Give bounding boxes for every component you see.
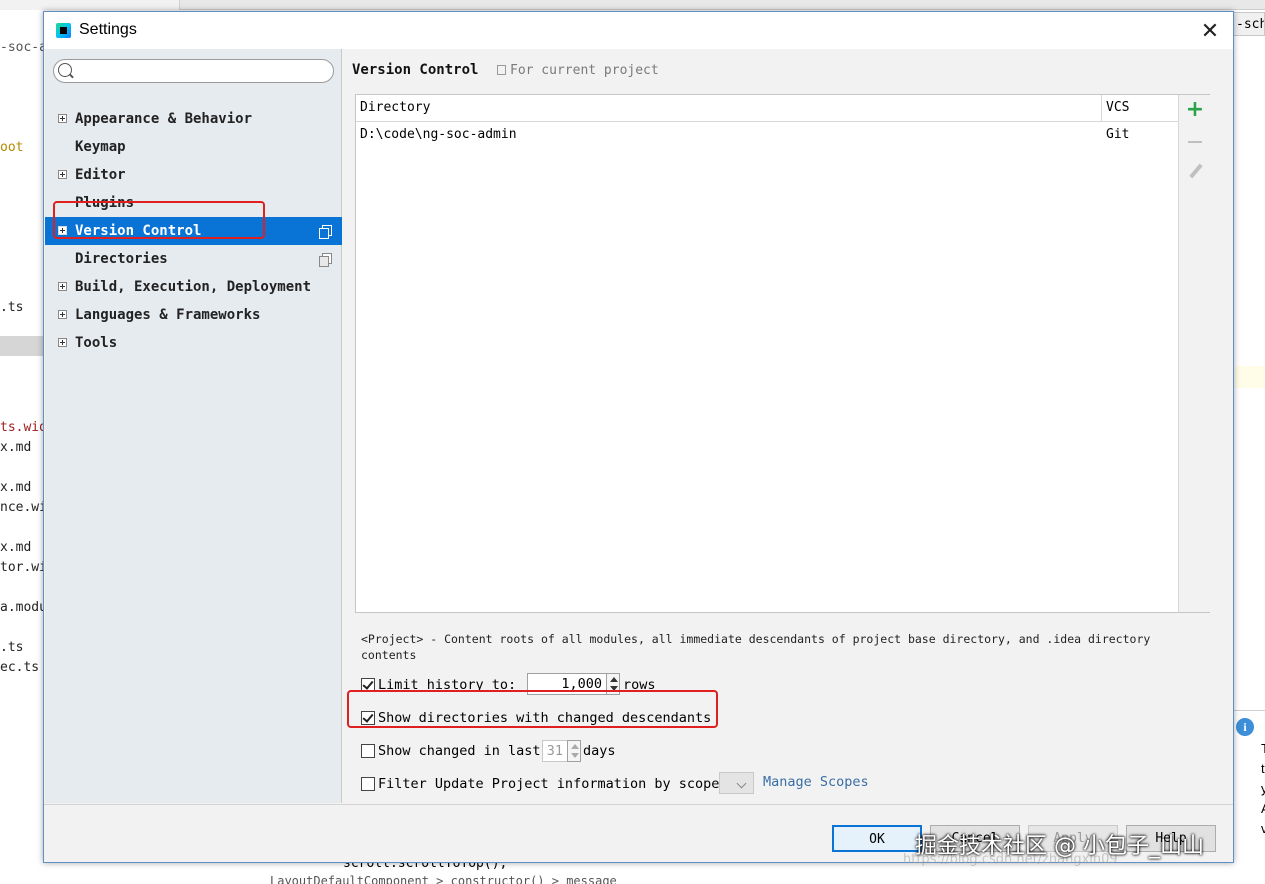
search-icon (58, 63, 72, 77)
project-file-fragment[interactable]: oot (0, 140, 23, 155)
tree-item-label: Editor (75, 167, 126, 183)
expand-icon[interactable] (58, 310, 67, 319)
spinner-arrows-icon[interactable] (606, 673, 620, 695)
ok-button[interactable]: OK (832, 825, 922, 852)
project-scope-icon (319, 225, 332, 239)
tree-item-label: Version Control (75, 223, 202, 239)
tree-item-label: Build, Execution, Deployment (75, 279, 312, 295)
project-file-fragment[interactable]: ec.ts (0, 660, 39, 675)
edit-icon[interactable] (1185, 161, 1205, 181)
notification-text-fragment: t (1261, 761, 1265, 776)
dialog-titlebar[interactable]: Settings ✕ (44, 12, 1233, 49)
rows-label: rows (623, 677, 656, 693)
project-scope-icon (319, 253, 332, 267)
expand-icon[interactable] (58, 114, 67, 123)
tree-item-label: Languages & Frameworks (75, 307, 261, 323)
tree-item-keymap[interactable]: Keymap (45, 133, 342, 161)
days-label: days (583, 743, 616, 759)
tree-item-editor[interactable]: Editor (45, 161, 342, 189)
tree-item-label: Appearance & Behavior (75, 111, 253, 127)
vcs-mappings-table[interactable]: Directory VCS D:\code\ng-soc-admin Git + (355, 94, 1210, 613)
ide-tab[interactable] (0, 0, 180, 10)
show-changed-last-option[interactable]: Show changed in last (361, 740, 551, 762)
project-file-fragment[interactable]: x.md (0, 480, 31, 495)
info-icon: i (1236, 718, 1254, 736)
settings-dialog: Settings ✕ Appearance & Behavior Keymap Ed… (43, 11, 1234, 863)
limit-history-checkbox[interactable] (361, 678, 375, 692)
table-cell-vcs[interactable]: Git (1106, 127, 1129, 142)
expand-icon[interactable] (58, 226, 67, 235)
notification-text-fragment: T (1261, 741, 1265, 756)
expand-icon[interactable] (58, 170, 67, 179)
settings-search-input[interactable] (53, 59, 334, 83)
ide-tab-bar (0, 0, 1265, 10)
tree-item-label: Directories (75, 251, 168, 267)
tree-item-directories[interactable]: Directories (45, 245, 342, 273)
tree-item-label: Tools (75, 335, 118, 351)
filter-update-option[interactable]: Filter Update Project information by sco… (361, 773, 719, 795)
project-file-fragment[interactable]: .ts (0, 300, 23, 315)
editor-breadcrumb: LayoutDefaultComponent > constructor() >… (270, 874, 617, 884)
notification-text-fragment: A (1261, 801, 1265, 816)
tree-item-label: Keymap (75, 139, 126, 155)
show-changed-last-checkbox[interactable] (361, 744, 375, 758)
close-button[interactable]: ✕ (1187, 12, 1233, 49)
show-changed-dirs-option[interactable]: Show directories with changed descendant… (361, 707, 721, 729)
history-limit-spinner[interactable]: 1,000 (527, 673, 607, 695)
project-file-fragment[interactable]: a.modu (0, 600, 47, 615)
settings-tree-pane: Appearance & Behavior Keymap Editor Plugins… (45, 49, 342, 803)
project-file-fragment[interactable]: x.md (0, 440, 31, 455)
ide-right-tab[interactable]: -sche (1233, 12, 1265, 36)
expand-icon[interactable] (58, 282, 67, 291)
add-icon[interactable]: + (1185, 99, 1205, 121)
watermark-text: 掘金技术社区 @ 小包子_山山 (915, 834, 1204, 859)
intellij-icon (56, 23, 71, 38)
remove-icon[interactable] (1185, 131, 1205, 151)
project-file-fragment[interactable]: x.md (0, 540, 31, 555)
tree-item-tools[interactable]: Tools (45, 329, 342, 357)
days-spinner[interactable]: 31 (542, 740, 568, 762)
column-header-vcs[interactable]: VCS (1102, 95, 1178, 122)
project-file-fragment[interactable]: -soc-a (0, 40, 47, 55)
project-scope-icon (497, 65, 506, 75)
expand-icon[interactable] (58, 338, 67, 347)
tree-item-appearance-behavior[interactable]: Appearance & Behavior (45, 105, 342, 133)
version-control-panel: Version Control For current project Dire… (343, 49, 1233, 803)
spinner-arrows-icon[interactable] (567, 740, 581, 762)
table-toolbar: + (1178, 95, 1210, 612)
column-header-directory[interactable]: Directory (356, 95, 1102, 122)
table-cell-directory[interactable]: D:\code\ng-soc-admin (360, 127, 517, 142)
scope-dropdown[interactable] (719, 772, 754, 794)
tree-item-version-control[interactable]: Version Control (45, 217, 342, 245)
editor-highlight (1235, 366, 1265, 388)
dialog-title: Settings (79, 21, 137, 38)
tree-item-build-execution-deployment[interactable]: Build, Execution, Deployment (45, 273, 342, 301)
filter-update-checkbox[interactable] (361, 777, 375, 791)
mapping-description: <Project> - Content roots of all modules… (361, 632, 1151, 662)
page-title: Version Control (352, 62, 479, 78)
project-file-fragment[interactable]: .ts (0, 640, 23, 655)
selected-file-row (0, 336, 44, 356)
manage-scopes-link[interactable]: Manage Scopes (763, 774, 869, 790)
project-file-fragment[interactable]: ts.wid (0, 420, 47, 435)
notification-text-fragment: v (1261, 821, 1265, 836)
project-file-fragment[interactable]: tor.wi (0, 560, 47, 575)
show-changed-dirs-checkbox[interactable] (361, 711, 375, 725)
project-file-fragment[interactable]: nce.wi (0, 500, 47, 515)
scope-label: For current project (497, 63, 659, 78)
notification-text-fragment: y (1261, 781, 1265, 796)
tree-item-languages-frameworks[interactable]: Languages & Frameworks (45, 301, 342, 329)
tree-item-label: Plugins (75, 195, 135, 211)
tree-item-plugins[interactable]: Plugins (45, 189, 342, 217)
